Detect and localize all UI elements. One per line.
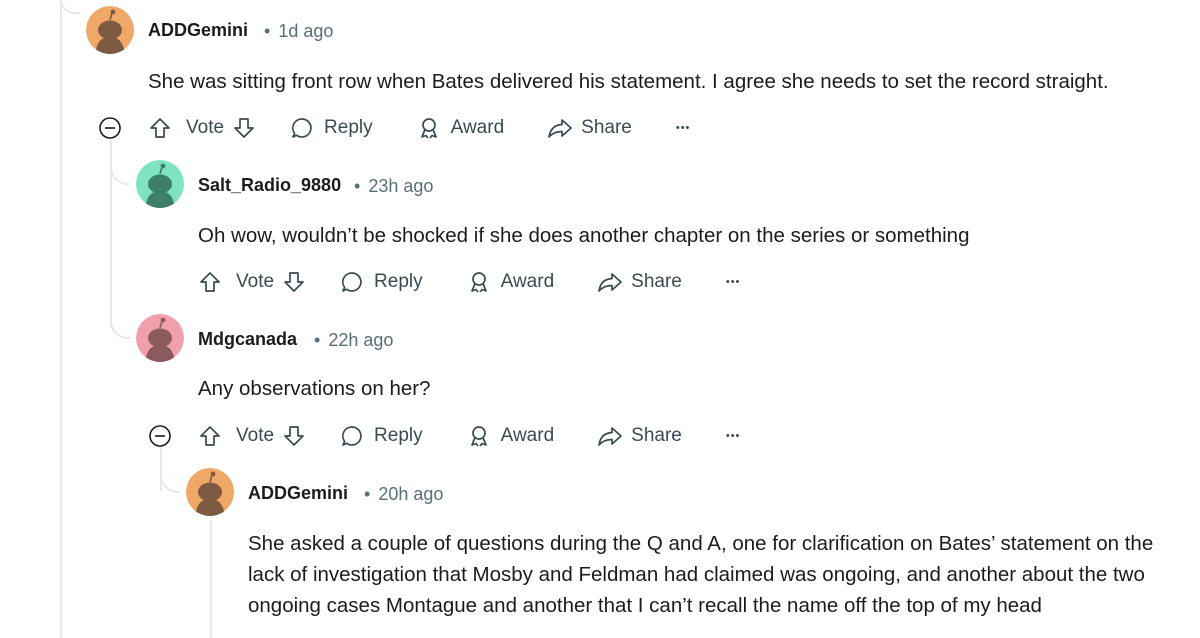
upvote-button[interactable] — [198, 270, 222, 294]
reply-label: Reply — [324, 117, 373, 138]
comment-actions: Vote Reply Award Share ••• — [198, 265, 740, 299]
comment-body: She asked a couple of questions during t… — [248, 532, 1154, 617]
minus-circle-icon — [99, 117, 121, 139]
separator-dot: • — [354, 176, 361, 196]
timestamp: • 1d ago — [264, 21, 333, 42]
reply-button[interactable]: Reply — [340, 270, 423, 294]
share-arrow-icon — [598, 427, 622, 446]
share-arrow-icon — [598, 273, 622, 292]
award-button[interactable]: Award — [467, 424, 555, 448]
vote-label: Vote — [236, 425, 275, 446]
timestamp: • 20h ago — [364, 484, 443, 505]
username[interactable]: Mdgcanada — [198, 329, 297, 350]
thread-connector — [110, 150, 130, 185]
share-button[interactable]: Share — [597, 424, 682, 448]
avatar[interactable] — [86, 6, 134, 54]
comment-actions: Vote Reply Award Share ••• — [148, 111, 690, 145]
timestamp-text: 1d ago — [278, 21, 334, 41]
arrow-down-icon — [284, 426, 304, 446]
reply-button[interactable]: Reply — [290, 116, 373, 140]
share-button[interactable]: Share — [597, 270, 682, 294]
share-label: Share — [631, 425, 682, 446]
comment-body: She was sitting front row when Bates del… — [148, 70, 1109, 93]
share-arrow-icon — [548, 119, 572, 138]
reply-button[interactable]: Reply — [340, 424, 423, 448]
award-ribbon-icon — [420, 118, 437, 139]
reply-label: Reply — [374, 271, 423, 292]
separator-dot: • — [264, 21, 271, 41]
avatar[interactable] — [186, 468, 234, 516]
comment-body: Oh wow, wouldn’t be shocked if she does … — [198, 224, 970, 247]
award-label: Award — [500, 271, 555, 292]
share-button[interactable]: Share — [547, 116, 632, 140]
timestamp-text: 22h ago — [328, 330, 394, 350]
share-label: Share — [631, 271, 682, 292]
avatar[interactable] — [136, 160, 184, 208]
downvote-button[interactable] — [282, 270, 306, 294]
vote-label: Vote — [186, 117, 225, 138]
award-ribbon-icon — [470, 426, 487, 447]
more-options-button[interactable]: ••• — [676, 122, 691, 134]
upvote-button[interactable] — [148, 116, 172, 140]
separator-dot: • — [314, 330, 321, 350]
username[interactable]: ADDGemini — [248, 483, 348, 504]
comment-body: Any observations on her? — [198, 377, 431, 400]
share-label: Share — [581, 117, 632, 138]
speech-bubble-icon — [292, 118, 312, 138]
timestamp: • 22h ago — [314, 330, 393, 351]
minus-circle-icon — [149, 425, 171, 447]
thread-connector — [110, 300, 130, 339]
speech-bubble-icon — [342, 426, 362, 446]
collapse-button[interactable] — [99, 117, 121, 139]
arrow-up-icon — [150, 118, 170, 138]
award-button[interactable]: Award — [417, 116, 505, 140]
award-label: Award — [450, 117, 505, 138]
thread-line-level3 — [210, 520, 212, 638]
separator-dot: • — [364, 484, 371, 504]
arrow-down-icon — [234, 118, 254, 138]
comment-actions: Vote Reply Award Share ••• — [198, 419, 740, 453]
vote-label: Vote — [236, 271, 275, 292]
arrow-up-icon — [200, 272, 220, 292]
award-ribbon-icon — [470, 272, 487, 293]
more-options-button[interactable]: ••• — [726, 276, 741, 288]
downvote-button[interactable] — [282, 424, 306, 448]
reply-label: Reply — [374, 425, 423, 446]
more-options-button[interactable]: ••• — [726, 430, 741, 442]
avatar[interactable] — [136, 314, 184, 362]
award-label: Award — [500, 425, 555, 446]
thread-connector — [160, 455, 180, 493]
speech-bubble-icon — [342, 272, 362, 292]
timestamp-text: 23h ago — [368, 176, 434, 196]
collapse-button[interactable] — [149, 425, 171, 447]
arrow-down-icon — [284, 272, 304, 292]
downvote-button[interactable] — [232, 116, 256, 140]
timestamp: • 23h ago — [354, 176, 433, 197]
upvote-button[interactable] — [198, 424, 222, 448]
award-button[interactable]: Award — [467, 270, 555, 294]
thread-line-root — [60, 0, 62, 638]
arrow-up-icon — [200, 426, 220, 446]
timestamp-text: 20h ago — [378, 484, 444, 504]
username[interactable]: Salt_Radio_9880 — [198, 175, 341, 196]
username[interactable]: ADDGemini — [148, 20, 248, 41]
thread-connector — [60, 0, 80, 14]
